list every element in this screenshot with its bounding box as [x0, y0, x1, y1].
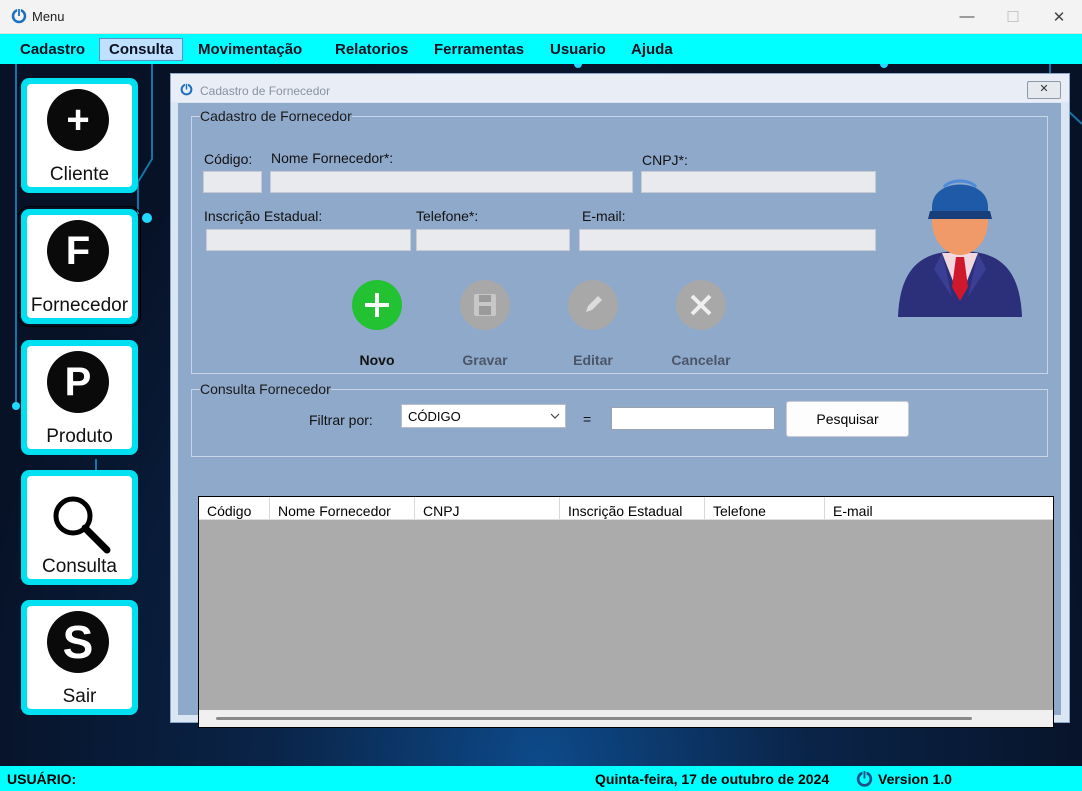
codigo-field[interactable] — [203, 171, 262, 193]
produto-button[interactable]: P Produto — [21, 340, 138, 455]
cliente-button[interactable]: + Cliente — [21, 78, 138, 193]
maximize-button[interactable]: ☐ — [990, 0, 1036, 33]
col-nome-fornecedor[interactable]: Nome Fornecedor — [270, 497, 415, 519]
child-window-title: Cadastro de Fornecedor — [200, 84, 331, 98]
fornecedor-label: Fornecedor — [30, 295, 129, 316]
window-title: Menu — [32, 9, 65, 24]
filter-select[interactable]: CÓDIGO — [401, 404, 566, 428]
fornecedor-button[interactable]: F Fornecedor — [18, 206, 141, 327]
status-version: Version 1.0 — [878, 771, 952, 787]
cliente-label: Cliente — [49, 164, 110, 185]
telefone-label: Telefone*: — [416, 208, 479, 224]
consulta-label: Consulta — [42, 556, 117, 577]
title-bar: Menu — ☐ ✕ — [0, 0, 1082, 34]
sair-label: Sair — [62, 686, 97, 707]
cancelar-button[interactable]: Cancelar — [661, 280, 741, 368]
cancelar-label: Cancelar — [671, 352, 731, 368]
email-label: E-mail: — [582, 208, 626, 224]
consulta-group-title: Consulta Fornecedor — [200, 381, 331, 397]
power-icon — [856, 770, 873, 787]
col-inscricao-estadual[interactable]: Inscrição Estadual — [560, 497, 705, 519]
col-telefone[interactable]: Telefone — [705, 497, 825, 519]
produto-p-icon: P — [47, 351, 109, 413]
power-app-icon — [11, 8, 27, 24]
fornecedor-f-icon: F — [47, 220, 109, 282]
child-title-bar: Cadastro de Fornecedor ✕ — [171, 74, 1069, 102]
menu-usuario[interactable]: Usuario — [541, 39, 615, 60]
nome-label: Nome Fornecedor*: — [271, 150, 394, 166]
x-icon — [676, 280, 726, 330]
gravar-button[interactable]: Gravar — [445, 280, 525, 368]
consulta-group: Consulta Fornecedor Filtrar por: CÓDIGO … — [191, 381, 1048, 457]
pesquisar-button[interactable]: Pesquisar — [786, 401, 909, 437]
novo-label: Novo — [359, 352, 395, 368]
filter-select-value: CÓDIGO — [408, 409, 461, 424]
businessman-avatar-icon — [898, 179, 1022, 317]
produto-label: Produto — [46, 426, 113, 447]
horizontal-scrollbar[interactable] — [199, 710, 1053, 727]
col-codigo[interactable]: Código — [199, 497, 270, 519]
novo-button[interactable]: Novo — [337, 280, 417, 368]
gravar-label: Gravar — [462, 352, 508, 368]
scrollbar-thumb[interactable] — [216, 717, 972, 720]
equals-sign: = — [583, 411, 592, 427]
menu-cadastro[interactable]: Cadastro — [11, 39, 94, 60]
menu-ajuda[interactable]: Ajuda — [622, 39, 682, 60]
consulta-button[interactable]: Consulta — [21, 470, 138, 585]
editar-button[interactable]: Editar — [553, 280, 633, 368]
nome-fornecedor-field[interactable] — [270, 171, 633, 193]
telefone-field[interactable] — [416, 229, 570, 251]
status-date: Quinta-feira, 17 de outubro de 2024 — [595, 771, 830, 787]
plus-icon — [352, 280, 402, 330]
inscricao-estadual-field[interactable] — [206, 229, 411, 251]
minimize-button[interactable]: — — [944, 0, 990, 33]
close-button[interactable]: ✕ — [1036, 0, 1082, 33]
email-field[interactable] — [579, 229, 876, 251]
save-icon — [460, 280, 510, 330]
editar-label: Editar — [573, 352, 613, 368]
fornecedor-grid[interactable]: Código Nome Fornecedor CNPJ Inscrição Es… — [198, 496, 1054, 728]
col-cnpj[interactable]: CNPJ — [415, 497, 560, 519]
menu-consulta[interactable]: Consulta — [99, 38, 184, 61]
cadastro-group-title: Cadastro de Fornecedor — [200, 108, 352, 124]
menu-movimentacao[interactable]: Movimentação — [189, 39, 311, 60]
cadastro-group: Cadastro de Fornecedor Código: Nome Forn… — [191, 108, 1048, 374]
magnifier-icon — [53, 496, 111, 554]
filter-label: Filtrar por: — [309, 412, 373, 428]
sair-button[interactable]: S Sair — [21, 600, 138, 715]
menu-ferramentas[interactable]: Ferramentas — [425, 39, 533, 60]
ie-label: Inscrição Estadual: — [204, 208, 323, 224]
pencil-icon — [568, 280, 618, 330]
codigo-label: Código: — [204, 151, 253, 167]
cnpj-label: CNPJ*: — [642, 152, 688, 168]
col-email[interactable]: E-mail — [825, 497, 1053, 519]
status-bar: USUÁRIO: Quinta-feira, 17 de outubro de … — [0, 766, 1082, 791]
chevron-down-icon — [550, 413, 560, 419]
plus-icon: + — [47, 89, 109, 151]
power-app-icon — [180, 83, 193, 96]
status-user-label: USUÁRIO: — [7, 771, 77, 787]
child-body: Cadastro de Fornecedor Código: Nome Forn… — [178, 103, 1061, 728]
menu-relatorios[interactable]: Relatorios — [326, 39, 417, 60]
grid-header: Código Nome Fornecedor CNPJ Inscrição Es… — [199, 497, 1053, 520]
child-close-button[interactable]: ✕ — [1027, 81, 1061, 99]
search-input[interactable] — [611, 407, 775, 430]
cadastro-fornecedor-window: Cadastro de Fornecedor ✕ Cadastro de For… — [170, 73, 1070, 728]
menu-bar: Cadastro Consulta Movimentação Relatorio… — [0, 34, 1082, 64]
sair-s-icon: S — [47, 611, 109, 673]
cnpj-field[interactable] — [641, 171, 876, 193]
